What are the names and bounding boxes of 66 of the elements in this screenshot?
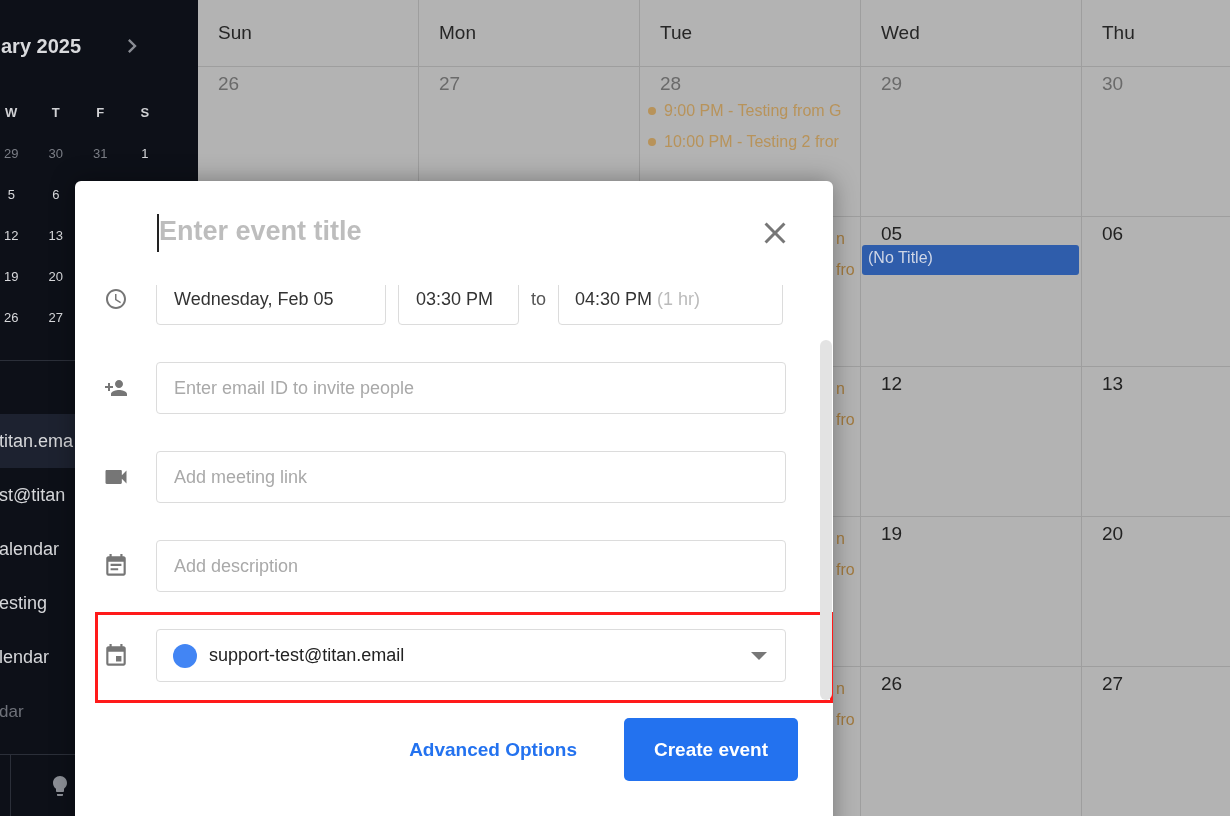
weekday-label: W: [5, 105, 18, 120]
day-number: 26: [217, 73, 240, 95]
mini-calendar-day[interactable]: 29: [4, 146, 19, 161]
weekday-header: Wed: [861, 0, 1082, 67]
text-cursor: [157, 214, 159, 252]
day-number: 27: [1101, 673, 1124, 695]
event-text: fro: [836, 560, 855, 580]
date-field[interactable]: Wednesday, Feb 05: [156, 285, 386, 325]
day-number: 20: [1101, 523, 1124, 545]
mini-calendar-day[interactable]: 26: [4, 310, 19, 325]
mini-calendar-day[interactable]: 20: [48, 269, 63, 284]
day-number: 06: [1101, 223, 1124, 245]
mini-calendar-day[interactable]: 1: [141, 146, 149, 161]
day-number: 19: [880, 523, 903, 545]
event-text: n: [836, 679, 845, 699]
meeting-link-field[interactable]: Add meeting link: [156, 451, 786, 503]
day-number: 30: [1101, 73, 1124, 95]
weekday-label: S: [140, 105, 150, 120]
event-text: n: [836, 379, 845, 399]
clock-icon: [104, 287, 128, 311]
calendar-color-dot: [173, 643, 197, 668]
event-text: fro: [836, 260, 855, 280]
mini-calendar-day[interactable]: 30: [48, 146, 63, 161]
mini-calendar-day[interactable]: 19: [4, 269, 19, 284]
month-title: ary 2025: [1, 34, 82, 58]
event-text: fro: [836, 710, 855, 730]
weekday-label: T: [51, 105, 60, 120]
advanced-options-link[interactable]: Advanced Options: [409, 738, 577, 761]
day-number: 29: [880, 73, 903, 95]
event-dot-icon: [648, 137, 656, 146]
calendar-notes-icon: [103, 553, 129, 579]
day-number: 27: [438, 73, 461, 95]
mini-calendar-day[interactable]: 6: [52, 187, 60, 202]
mini-calendar-day[interactable]: 31: [93, 146, 108, 161]
day-number: 28: [659, 73, 682, 95]
day-number: 26: [880, 673, 903, 695]
scrollbar-thumb[interactable]: [820, 340, 832, 700]
to-label: to: [531, 288, 546, 310]
weekday-header: Mon: [419, 0, 640, 67]
section-label: dar: [0, 702, 25, 722]
mini-calendar-day[interactable]: 27: [48, 310, 63, 325]
invite-field[interactable]: Enter email ID to invite people: [156, 362, 786, 414]
calendar-select[interactable]: support-test@titan.email: [156, 629, 786, 682]
event-text: 9:00 PM - Testing from G: [664, 101, 842, 120]
event-text: fro: [836, 410, 855, 430]
day-number: 05: [880, 223, 903, 245]
start-time-field[interactable]: 03:30 PM: [398, 285, 519, 325]
event-dot-icon: [648, 106, 656, 115]
end-time-field[interactable]: 04:30 PM (1 hr): [558, 285, 783, 325]
calendar-icon: [103, 642, 129, 669]
weekday-header: Thu: [1082, 0, 1230, 67]
event-text: n: [836, 229, 845, 249]
day-number: 13: [1101, 373, 1124, 395]
create-event-button[interactable]: Create event: [624, 718, 798, 781]
mini-calendar-day[interactable]: 5: [7, 187, 15, 202]
event-text: 10:00 PM - Testing 2 fror: [664, 132, 839, 151]
mini-calendar-day[interactable]: 12: [4, 228, 19, 243]
day-number: 12: [880, 373, 903, 395]
description-field[interactable]: Add description: [156, 540, 786, 592]
weekday-label: F: [96, 105, 105, 120]
event-text: n: [836, 529, 845, 549]
weekday-header: Sun: [198, 0, 419, 67]
mini-calendar-day[interactable]: 13: [48, 228, 63, 243]
calendar-event[interactable]: (No Title): [862, 245, 1079, 275]
weekday-header: Tue: [640, 0, 861, 67]
dropdown-caret-icon: [751, 651, 767, 660]
